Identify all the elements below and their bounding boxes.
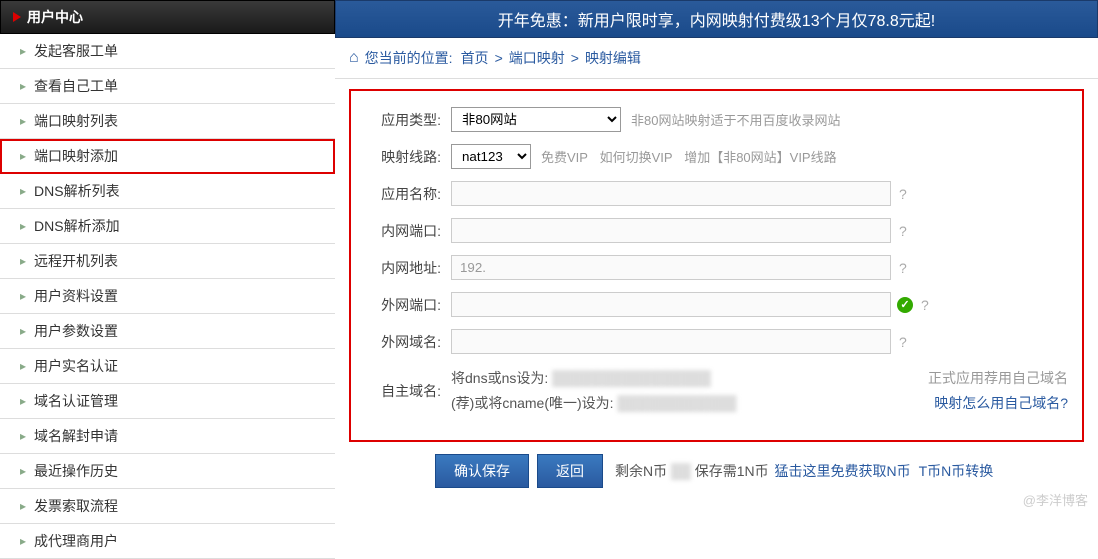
sidebar-item-label: 用户实名认证 [34, 356, 118, 376]
select-line[interactable]: nat123 [451, 144, 531, 169]
sidebar-item-12[interactable]: ▸ 最近操作历史 [0, 454, 335, 489]
input-inner-addr[interactable] [451, 255, 891, 280]
own-domain-l2a: (荐)或将cname(唯一)设为: [451, 395, 614, 411]
link-add-line[interactable]: 增加【非80网站】VIP线路 [684, 150, 836, 165]
own-domain-info: 将dns或ns设为: ████████████████ 正式应用荐用自己域名 (… [451, 366, 1068, 416]
label-inner-port: 内网端口: [365, 221, 441, 241]
sidebar-item-8[interactable]: ▸ 用户参数设置 [0, 314, 335, 349]
breadcrumb: ⌂ 您当前的位置: 首页 > 端口映射 > 映射编辑 [335, 38, 1098, 79]
sidebar-item-label: 域名认证管理 [34, 391, 118, 411]
chevron-right-icon: ▸ [20, 184, 26, 198]
back-button[interactable]: 返回 [537, 454, 603, 488]
sidebar-item-label: 用户资料设置 [34, 286, 118, 306]
sidebar-item-7[interactable]: ▸ 用户资料设置 [0, 279, 335, 314]
link-how-own-domain[interactable]: 映射怎么用自己域名? [934, 395, 1068, 411]
chevron-right-icon: ▸ [20, 394, 26, 408]
sidebar-header: 用户中心 [0, 0, 335, 34]
chevron-right-icon: ▸ [20, 534, 26, 548]
chevron-right-icon: ▸ [20, 499, 26, 513]
chevron-right-icon: ▸ [20, 359, 26, 373]
sidebar-item-13[interactable]: ▸ 发票索取流程 [0, 489, 335, 524]
chevron-right-icon: ▸ [20, 44, 26, 58]
own-domain-l1a: 将dns或ns设为: [451, 370, 548, 386]
chevron-right-icon: ▸ [20, 289, 26, 303]
chevron-right-icon: ▸ [20, 219, 26, 233]
breadcrumb-current[interactable]: 映射编辑 [585, 48, 641, 68]
save-button[interactable]: 确认保存 [435, 454, 529, 488]
label-outer-port: 外网端口: [365, 295, 441, 315]
sidebar-item-label: 成代理商用户 [34, 531, 118, 551]
chevron-right-icon: ▸ [20, 324, 26, 338]
link-how-switch[interactable]: 如何切换VIP [600, 150, 673, 165]
sidebar-item-label: 用户参数设置 [34, 321, 118, 341]
breadcrumb-home[interactable]: 首页 [461, 48, 489, 68]
breadcrumb-section[interactable]: 端口映射 [509, 48, 565, 68]
remain-need: 保存需1N币 [695, 463, 769, 479]
sidebar-item-0[interactable]: ▸ 发起客服工单 [0, 34, 335, 69]
label-app-name: 应用名称: [365, 184, 441, 204]
input-inner-port[interactable] [451, 218, 891, 243]
sidebar-item-14[interactable]: ▸ 成代理商用户 [0, 524, 335, 559]
sidebar-item-2[interactable]: ▸ 端口映射列表 [0, 104, 335, 139]
label-line: 映射线路: [365, 147, 441, 167]
chevron-right-icon: ▸ [20, 254, 26, 268]
sidebar-item-label: DNS解析列表 [34, 181, 120, 201]
help-icon[interactable]: ? [899, 260, 907, 276]
sidebar-item-3[interactable]: ▸ 端口映射添加 [0, 139, 335, 174]
label-own-domain: 自主域名: [365, 381, 441, 401]
own-domain-l1b: 正式应用荐用自己域名 [928, 366, 1068, 391]
chevron-right-icon: ▸ [20, 79, 26, 93]
home-icon[interactable]: ⌂ [349, 49, 359, 67]
play-icon [13, 12, 21, 22]
sidebar-item-label: 域名解封申请 [34, 426, 118, 446]
sidebar-item-4[interactable]: ▸ DNS解析列表 [0, 174, 335, 209]
form-box: 应用类型: 非80网站 非80网站映射适于不用百度收录网站 映射线路: nat1… [349, 89, 1084, 442]
input-outer-port[interactable] [451, 292, 891, 317]
sidebar-item-label: 端口映射列表 [34, 111, 118, 131]
remain-prefix: 剩余N币 [615, 463, 667, 479]
sidebar-item-label: 端口映射添加 [34, 146, 118, 166]
sidebar-item-5[interactable]: ▸ DNS解析添加 [0, 209, 335, 244]
sidebar-item-label: 发起客服工单 [34, 41, 118, 61]
chevron-right-icon: ▸ [20, 464, 26, 478]
check-icon: ✓ [897, 297, 913, 313]
label-inner-addr: 内网地址: [365, 258, 441, 278]
promo-banner: 开年免惠：新用户限时享，内网映射付费级13个月仅78.8元起! [335, 0, 1098, 38]
sidebar-item-1[interactable]: ▸ 查看自己工单 [0, 69, 335, 104]
label-app-type: 应用类型: [365, 110, 441, 130]
help-icon[interactable]: ? [921, 297, 929, 313]
link-free-vip[interactable]: 免费VIP [541, 150, 588, 165]
sidebar-item-11[interactable]: ▸ 域名解封申请 [0, 419, 335, 454]
select-app-type[interactable]: 非80网站 [451, 107, 621, 132]
sidebar-item-9[interactable]: ▸ 用户实名认证 [0, 349, 335, 384]
chevron-right-icon: ▸ [20, 149, 26, 163]
breadcrumb-sep: > [495, 50, 503, 66]
breadcrumb-sep: > [571, 50, 579, 66]
sidebar-item-label: 最近操作历史 [34, 461, 118, 481]
label-outer-domain: 外网域名: [365, 332, 441, 352]
link-get-free-coin[interactable]: 猛击这里免费获取N币 [775, 463, 911, 479]
link-exchange-coin[interactable]: T币N币转换 [919, 463, 994, 479]
help-icon[interactable]: ? [899, 223, 907, 239]
sidebar-item-label: 远程开机列表 [34, 251, 118, 271]
input-outer-domain[interactable] [451, 329, 891, 354]
input-app-name[interactable] [451, 181, 891, 206]
help-icon[interactable]: ? [899, 334, 907, 350]
sidebar-item-label: 查看自己工单 [34, 76, 118, 96]
hint-app-type: 非80网站映射适于不用百度收录网站 [631, 110, 840, 129]
sidebar-title: 用户中心 [27, 7, 83, 27]
chevron-right-icon: ▸ [20, 114, 26, 128]
chevron-right-icon: ▸ [20, 429, 26, 443]
help-icon[interactable]: ? [899, 186, 907, 202]
sidebar-item-label: 发票索取流程 [34, 496, 118, 516]
sidebar-item-10[interactable]: ▸ 域名认证管理 [0, 384, 335, 419]
sidebar-item-label: DNS解析添加 [34, 216, 120, 236]
breadcrumb-label: 您当前的位置: [365, 48, 453, 68]
sidebar-item-6[interactable]: ▸ 远程开机列表 [0, 244, 335, 279]
